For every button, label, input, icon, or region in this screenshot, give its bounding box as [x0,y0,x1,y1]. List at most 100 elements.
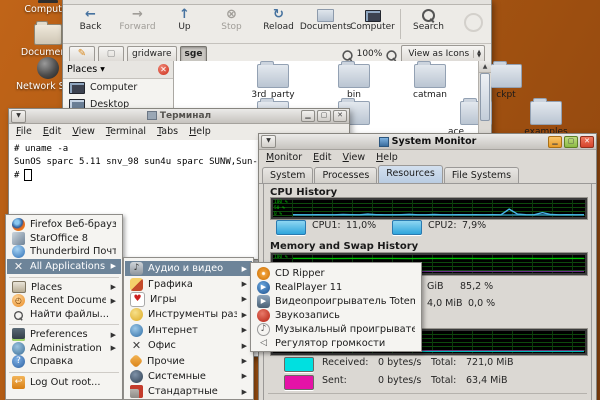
folder-item[interactable]: 3rd_party [241,64,305,100]
menu-item-totem[interactable]: ▶ Видеопроигрыватель Totem [252,294,420,308]
menu-monitor[interactable]: Monitor [266,152,302,163]
cpu2-label: CPU2: [428,220,457,231]
search-button[interactable]: Search [407,7,450,32]
view-mode-value: View as Icons [408,49,469,59]
documents-button[interactable]: Documents [304,7,347,32]
menu-tabs[interactable]: Tabs [157,126,178,137]
computer-icon [38,0,58,3]
zoom-in-icon[interactable] [387,50,397,60]
menu-terminal[interactable]: Terminal [106,126,146,137]
main-menu: Firefox Веб-браузер StarOffice 8 Thunder… [5,214,123,400]
tab-file-systems[interactable]: File Systems [444,167,519,183]
path-button-sge[interactable]: sge [180,46,208,63]
menu-item-places[interactable]: Places ▶ [7,281,121,295]
menu-edit[interactable]: Edit [43,126,61,137]
system-monitor-tabs: System Processes Resources File Systems [259,165,596,184]
received-color-swatch[interactable] [284,357,314,372]
places-header[interactable]: Places ▼ ✕ [63,61,173,79]
up-arrow-icon: ↑ [179,7,190,22]
menu-item-office[interactable]: ✕ Офис ▶ [125,338,252,353]
menu-item-system[interactable]: Системные ▶ [125,369,252,384]
received-total-label: Total: [431,357,456,368]
cpu-history-heading: CPU History [270,187,337,198]
tab-system[interactable]: System [262,167,313,183]
scrollbar-thumb[interactable] [480,73,490,121]
menu-item-preferences[interactable]: Preferences ▶ [7,328,121,342]
menu-item-firefox[interactable]: Firefox Веб-браузер [7,218,121,232]
close-sidebar-button[interactable]: ✕ [158,64,169,75]
menu-item-label: Графика [148,279,193,290]
up-button[interactable]: ↑ Up [163,7,206,32]
menu-item-find-files[interactable]: Найти файлы... [7,308,121,322]
submenu-arrow-icon: ▶ [242,372,247,380]
network-legend-received: Received: 0 bytes/s Total: 721,0 MiB [264,357,591,371]
menu-item-other[interactable]: Прочие ▶ [125,353,252,368]
applications-submenu: ♪ Аудио и видео ▶ Графика ▶ ♥ Игры ▶ Инс… [123,257,254,400]
menu-item-recent-documents[interactable]: ◴ Recent Documents ▶ [7,294,121,308]
cpu2-color-swatch[interactable] [392,220,422,235]
received-total: 721,0 MiB [466,357,514,368]
menu-item-thunderbird[interactable]: Thunderbird Почта и новости [7,245,121,259]
menu-item-volume-control[interactable]: ◁ Регулятор громкости [252,336,420,350]
menu-view[interactable]: View [72,126,95,137]
menu-item-internet[interactable]: Интернет ▶ [125,323,252,338]
menu-item-realplayer[interactable]: ▶ RealPlayer 11 [252,280,420,294]
menu-item-accessories[interactable]: Стандартные ▶ [125,384,252,399]
other-diamond-icon [129,354,143,368]
menu-item-label: RealPlayer 11 [275,282,342,293]
zoom-level: 100% [357,49,383,59]
folder-item[interactable]: examples [514,101,578,137]
edit-path-button[interactable]: ✎ [69,46,95,63]
chevron-down-icon: ▼ [100,66,105,73]
path-button-gridware[interactable]: gridware [127,46,177,63]
menu-item-administration[interactable]: Administration ▶ [7,342,121,356]
volume-speaker-icon: ◁ [257,337,270,350]
menu-item-cd-ripper[interactable]: CD Ripper [252,266,420,280]
menu-help[interactable]: Help [376,152,398,163]
forward-button[interactable]: → Forward [116,7,159,32]
tab-processes[interactable]: Processes [314,167,377,183]
sidebar-item-computer[interactable]: Computer [63,79,173,96]
terminal-titlebar[interactable]: ▼ Терминал ▁ ▢ ✕ [9,109,349,124]
menu-item-development[interactable]: Инструменты разработки ▶ [125,307,252,322]
menu-item-audio-video[interactable]: ♪ Аудио и видео ▶ [125,261,252,276]
page-button[interactable]: ▢ [98,46,124,63]
menu-item-all-applications[interactable]: ✕ All Applications ▶ [7,259,121,274]
menu-item-label: Интернет [148,325,198,336]
folder-icon [490,64,522,88]
menu-item-rhythmbox[interactable]: ♪ Музыкальный проигрыватель Rhythmbox [252,322,420,336]
menu-help[interactable]: Help [189,126,211,137]
menu-item-games[interactable]: ♥ Игры ▶ [125,292,252,307]
menu-edit[interactable]: Edit [313,152,331,163]
folder-icon [414,64,446,88]
back-button[interactable]: ← Back [69,7,112,32]
scroll-up-icon[interactable]: ▲ [479,61,491,73]
menu-item-help[interactable]: ? Справка [7,355,121,369]
cpu1-color-swatch[interactable] [276,220,306,235]
computer-icon [69,82,85,94]
folder-item[interactable]: catman [398,64,462,100]
menu-item-staroffice[interactable]: StarOffice 8 [7,232,121,246]
tab-resources[interactable]: Resources [378,165,443,183]
folder-item[interactable]: bin [322,64,386,100]
menu-view[interactable]: View [343,152,366,163]
folder-icon [34,24,62,45]
sent-color-swatch[interactable] [284,375,314,390]
menu-item-sound-recorder[interactable]: Звукозапись [252,308,420,322]
memory-heading: Memory and Swap History [270,241,418,252]
stop-button[interactable]: ⊗ Stop [210,7,253,32]
computer-button[interactable]: Computer [351,7,394,32]
toolbar-separator [400,9,401,39]
menu-item-graphics[interactable]: Графика ▶ [125,276,252,291]
reload-button[interactable]: ↻ Reload [257,7,300,32]
menu-item-label: Firefox Веб-браузер [30,219,116,230]
menu-file[interactable]: File [16,126,32,137]
menu-item-label: Системные [148,371,206,382]
system-monitor-titlebar[interactable]: ▼ System Monitor ▁ ▢ ✕ [259,134,596,150]
menu-item-label: Administration [30,343,102,354]
folder-item[interactable]: ace [428,101,508,137]
menu-item-log-out[interactable]: ↩ Log Out root... [7,376,121,390]
folder-icon [530,101,562,125]
submenu-arrow-icon: ▶ [111,297,116,305]
zoom-out-icon[interactable] [342,50,352,60]
